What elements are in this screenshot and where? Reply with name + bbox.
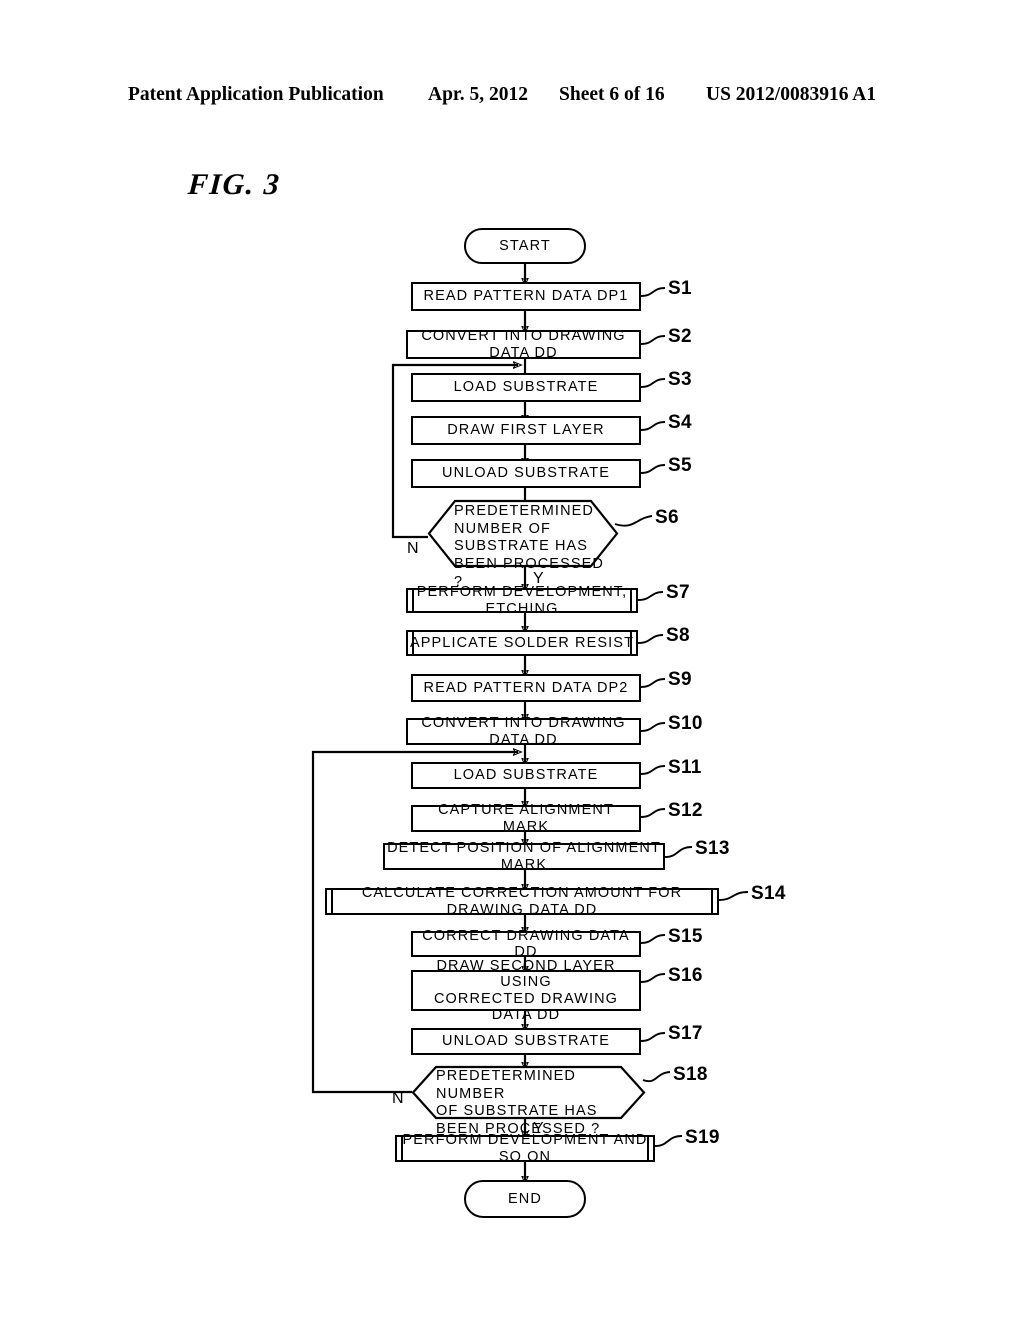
step-id-s16: S16	[668, 965, 703, 986]
step-id-s8: S8	[666, 625, 690, 646]
step-id-s11: S11	[668, 757, 702, 778]
step-id-s19: S19	[685, 1127, 720, 1148]
node-end[interactable]: END	[464, 1180, 586, 1218]
node-s19-label: PERFORM DEVELOPMENT AND SO ON	[402, 1132, 648, 1165]
node-s10-label: CONVERT INTO DRAWING DATA DD	[421, 715, 626, 748]
node-s11[interactable]: LOAD SUBSTRATE	[411, 762, 641, 789]
node-s4-label: DRAW FIRST LAYER	[447, 422, 605, 439]
node-end-label: END	[508, 1190, 542, 1207]
step-id-s7: S7	[666, 582, 690, 603]
node-s2[interactable]: CONVERT INTO DRAWING DATA DD	[406, 328, 641, 361]
node-s7-label: PERFORM DEVELOPMENT, ETCHING	[416, 584, 628, 617]
node-s3[interactable]: LOAD SUBSTRATE	[411, 373, 641, 402]
step-id-s10: S10	[668, 713, 703, 734]
step-id-s4: S4	[668, 412, 692, 433]
branch-label-s18-no: N	[392, 1090, 404, 1107]
node-s1-label: READ PATTERN DATA DP1	[423, 288, 629, 305]
node-s17[interactable]: UNLOAD SUBSTRATE	[411, 1028, 641, 1055]
node-s16[interactable]: DRAW SECOND LAYER USING CORRECTED DRAWIN…	[411, 958, 641, 1023]
node-s9-label: READ PATTERN DATA DP2	[423, 679, 629, 696]
node-s16-label: DRAW SECOND LAYER USING CORRECTED DRAWIN…	[433, 958, 619, 1023]
step-id-s5: S5	[668, 455, 692, 476]
step-id-s2: S2	[668, 326, 692, 347]
node-s14-label: CALCULATE CORRECTION AMOUNT FOR DRAWING …	[361, 885, 683, 918]
node-s10[interactable]: CONVERT INTO DRAWING DATA DD	[406, 715, 641, 748]
node-s13[interactable]: DETECT POSITION OF ALIGNMENT MARK	[383, 840, 665, 873]
node-s11-label: LOAD SUBSTRATE	[453, 767, 599, 784]
step-id-s15: S15	[668, 926, 703, 947]
node-s2-label: CONVERT INTO DRAWING DATA DD	[421, 328, 626, 361]
node-s5[interactable]: UNLOAD SUBSTRATE	[411, 459, 641, 488]
node-s9[interactable]: READ PATTERN DATA DP2	[411, 674, 641, 702]
flowchart: START READ PATTERN DATA DP1 S1 CONVERT I…	[0, 0, 1024, 1320]
node-s13-label: DETECT POSITION OF ALIGNMENT MARK	[387, 840, 661, 873]
node-s19[interactable]: PERFORM DEVELOPMENT AND SO ON	[395, 1132, 655, 1165]
step-id-s13: S13	[695, 838, 730, 859]
node-s14[interactable]: CALCULATE CORRECTION AMOUNT FOR DRAWING …	[325, 885, 719, 918]
step-id-s18: S18	[673, 1064, 708, 1085]
step-id-s3: S3	[668, 369, 692, 390]
step-id-s1: S1	[668, 278, 692, 299]
node-s15[interactable]: CORRECT DRAWING DATA DD	[411, 927, 641, 960]
node-s3-label: LOAD SUBSTRATE	[453, 379, 599, 396]
node-s1[interactable]: READ PATTERN DATA DP1	[411, 282, 641, 311]
node-s6[interactable]: PREDETERMINED NUMBER OF SUBSTRATE HAS BE…	[427, 499, 619, 590]
node-s17-label: UNLOAD SUBSTRATE	[442, 1033, 610, 1050]
node-s4[interactable]: DRAW FIRST LAYER	[411, 416, 641, 445]
node-s8[interactable]: APPLICATE SOLDER RESIST	[406, 630, 638, 656]
node-s15-label: CORRECT DRAWING DATA DD	[422, 927, 630, 960]
node-s12[interactable]: CAPTURE ALIGNMENT MARK	[411, 802, 641, 835]
node-s8-label: APPLICATE SOLDER RESIST	[409, 634, 635, 651]
node-s12-label: CAPTURE ALIGNMENT MARK	[438, 802, 614, 835]
step-id-s12: S12	[668, 800, 703, 821]
step-id-s6: S6	[655, 507, 679, 528]
step-id-s17: S17	[668, 1023, 703, 1044]
step-id-s9: S9	[668, 669, 692, 690]
node-start[interactable]: START	[464, 228, 586, 264]
step-id-s14: S14	[751, 883, 786, 904]
node-s7[interactable]: PERFORM DEVELOPMENT, ETCHING	[406, 584, 638, 617]
node-s5-label: UNLOAD SUBSTRATE	[442, 465, 610, 482]
node-s18[interactable]: PREDETERMINED NUMBER OF SUBSTRATE HAS BE…	[411, 1065, 646, 1137]
node-start-label: START	[499, 237, 551, 254]
branch-label-s6-no: N	[407, 540, 419, 557]
